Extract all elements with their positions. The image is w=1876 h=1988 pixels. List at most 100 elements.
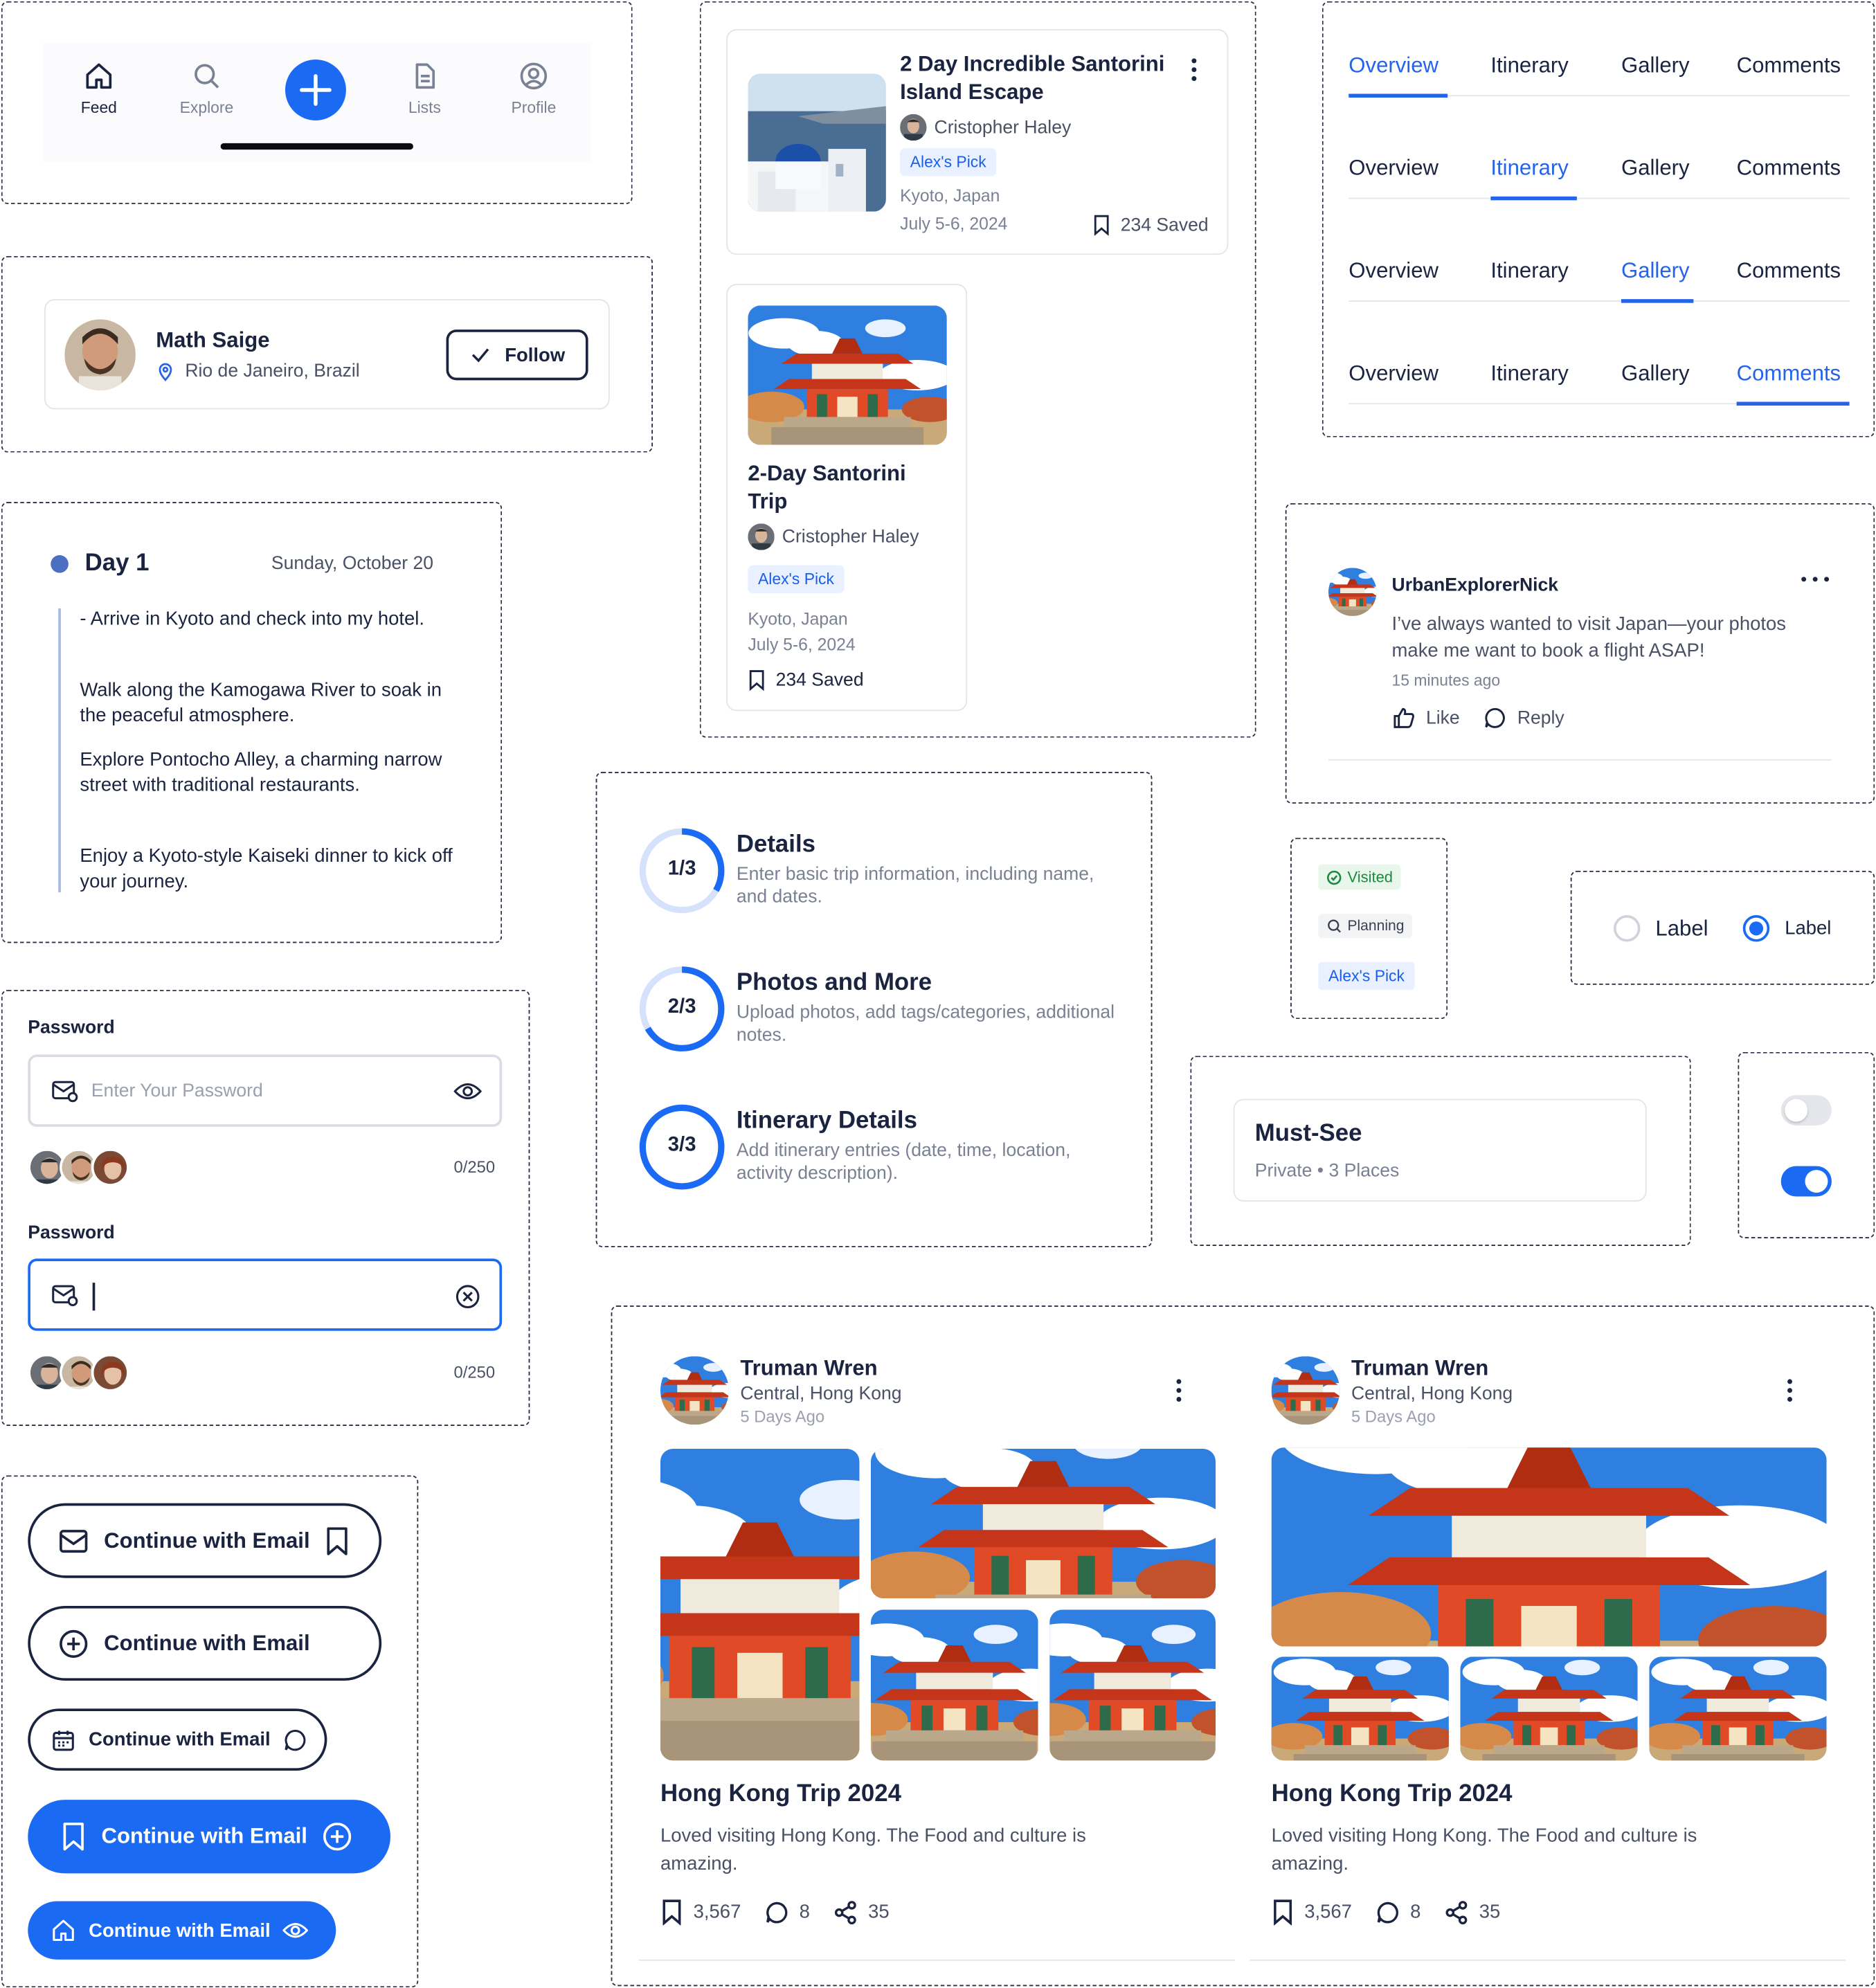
post-stats: 3,567 8 35 (1272, 1899, 1500, 1926)
password-input-focused[interactable] (28, 1258, 503, 1331)
tag-badge: Alex's Pick (900, 148, 997, 177)
like-button[interactable]: Like (1392, 706, 1460, 730)
continue-with-email-button[interactable]: Continue with Email (28, 1901, 336, 1960)
tab-overview[interactable]: Overview (1349, 156, 1438, 181)
trip-saved: 234 Saved (1092, 214, 1209, 236)
tab-gallery[interactable]: Gallery (1621, 53, 1690, 79)
tab-itinerary[interactable]: Itinerary (1490, 259, 1568, 284)
clear-icon[interactable] (455, 1284, 480, 1310)
itinerary-entry: - Arrive in Kyoto and check into my hote… (80, 608, 425, 631)
tab-gallery[interactable]: Gallery (1621, 361, 1690, 387)
tab-comments[interactable]: Comments (1737, 156, 1841, 181)
continue-with-email-button[interactable]: Continue with Email (28, 1800, 390, 1874)
step-description: Enter basic trip information, including … (736, 864, 1094, 908)
eye-icon[interactable] (453, 1080, 482, 1103)
nav-item-lists[interactable]: Lists (380, 61, 469, 116)
chat-icon[interactable] (764, 1899, 789, 1925)
tab-itinerary[interactable]: Itinerary (1490, 156, 1568, 181)
tab-itinerary[interactable]: Itinerary (1490, 361, 1568, 387)
step-title: Details (736, 831, 815, 858)
tab-overview[interactable]: Overview (1349, 259, 1438, 284)
toggles-frame (1738, 1051, 1875, 1238)
trip-card-wide[interactable]: 2 Day Incredible Santorini Island Escape… (726, 29, 1229, 255)
continue-with-email-button[interactable]: Continue with Email (28, 1708, 327, 1771)
step-description: Upload photos, add tags/categories, addi… (736, 1002, 1115, 1046)
itinerary-timeline-line (58, 608, 61, 893)
list-title: Must-See (1254, 1120, 1362, 1148)
post-photo[interactable] (660, 1449, 859, 1760)
radio-option[interactable]: Label (1742, 915, 1831, 942)
search-pin-icon (1326, 918, 1342, 934)
reply-button[interactable]: Reply (1483, 706, 1564, 730)
toggle-off[interactable] (1780, 1095, 1832, 1126)
check-pin-icon (1326, 869, 1342, 885)
post-body: Loved visiting Hong Kong. The Food and c… (660, 1825, 1086, 1875)
toggle-on[interactable] (1780, 1166, 1832, 1197)
avatar (748, 523, 774, 550)
step-title: Photos and More (736, 969, 932, 997)
tab-overview[interactable]: Overview (1349, 53, 1438, 79)
tab-comments[interactable]: Comments (1737, 53, 1841, 79)
post-divider (638, 1959, 1235, 1961)
continue-with-email-button[interactable]: Continue with Email (28, 1503, 382, 1578)
nav-item-profile[interactable]: Profile (489, 61, 578, 116)
password-label: Password (28, 1223, 115, 1244)
post-location: Central, Hong Kong (740, 1384, 902, 1404)
post-photo[interactable] (1272, 1447, 1827, 1646)
add-trip-button[interactable] (285, 60, 346, 120)
radio-checked[interactable] (1742, 915, 1770, 942)
tab-itinerary[interactable]: Itinerary (1490, 53, 1568, 79)
list-card[interactable]: Must-See Private • 3 Places (1233, 1099, 1647, 1202)
post-photo[interactable] (1460, 1656, 1637, 1760)
tab-comments[interactable]: Comments (1737, 361, 1841, 387)
tab-gallery[interactable]: Gallery (1621, 259, 1690, 284)
post-photo[interactable] (1272, 1656, 1449, 1760)
home-icon (55, 61, 143, 91)
bookmark-icon (748, 669, 766, 691)
more-vertical-icon[interactable] (1185, 56, 1203, 84)
trip-card-tall[interactable]: 2-Day Santorini Trip Cristopher Haley Al… (726, 284, 968, 712)
step-description: Add itinerary entries (date, time, locat… (736, 1140, 1071, 1184)
avatar-stack (28, 1353, 134, 1392)
more-horizontal-icon[interactable] (1800, 573, 1830, 586)
step-progress-label: 2/3 (667, 996, 696, 1018)
tab-active-indicator (1490, 196, 1577, 201)
password-input[interactable]: Enter Your Password (28, 1054, 503, 1127)
post-photo[interactable] (871, 1449, 1216, 1598)
comment-time: 15 minutes ago (1391, 671, 1501, 690)
post-photo[interactable] (1649, 1656, 1826, 1760)
trip-title: 2-Day Santorini Trip (748, 461, 906, 514)
profile-name: Math Saige (156, 328, 270, 353)
tab-comments[interactable]: Comments (1737, 259, 1841, 284)
bookmark-icon[interactable] (1272, 1899, 1295, 1926)
tab-gallery[interactable]: Gallery (1621, 156, 1690, 181)
password-placeholder: Enter Your Password (91, 1081, 263, 1102)
calendar-icon (51, 1727, 76, 1753)
nav-item-feed[interactable]: Feed (55, 61, 143, 116)
follow-button[interactable]: Follow (446, 329, 588, 381)
thumbs-up-icon (1392, 706, 1416, 730)
radio-option[interactable]: Label (1613, 915, 1708, 942)
radio-unchecked[interactable] (1613, 915, 1641, 942)
trip-dates: July 5-6, 2024 (748, 635, 856, 654)
tag-badge: Alex's Pick (748, 565, 845, 593)
chat-icon[interactable] (1375, 1899, 1400, 1925)
profile-card: Math Saige Rio de Janeiro, Brazil Follow (44, 299, 610, 410)
continue-with-email-button[interactable]: Continue with Email (28, 1606, 382, 1681)
avatar (91, 1148, 129, 1186)
planning-badge: Planning (1318, 914, 1412, 939)
more-vertical-icon[interactable] (1170, 1377, 1188, 1404)
trip-dates: July 5-6, 2024 (900, 214, 1008, 233)
share-icon[interactable] (1443, 1899, 1469, 1925)
post-photo[interactable] (1049, 1609, 1216, 1760)
share-icon[interactable] (833, 1899, 858, 1925)
nav-item-explore[interactable]: Explore (162, 61, 251, 116)
avatar (1328, 568, 1377, 616)
eye-icon (282, 1920, 309, 1940)
mail-lock-icon (51, 1078, 78, 1104)
tab-overview[interactable]: Overview (1349, 361, 1438, 387)
trip-title: 2 Day Incredible Santorini Island Escape (900, 52, 1165, 105)
bookmark-icon[interactable] (660, 1899, 683, 1926)
post-photo[interactable] (871, 1609, 1038, 1760)
more-vertical-icon[interactable] (1781, 1377, 1799, 1404)
